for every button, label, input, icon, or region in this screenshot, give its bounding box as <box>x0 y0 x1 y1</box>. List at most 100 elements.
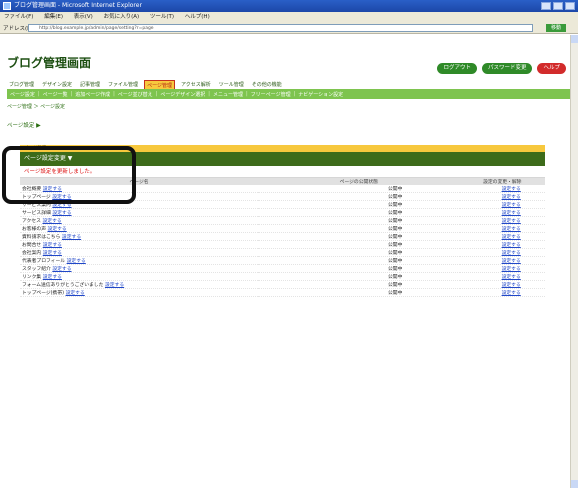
set-action-link[interactable]: 設定する <box>502 275 521 280</box>
page-name: サービス詳細 <box>22 211 51 217</box>
menu-favorites[interactable]: お気に入り(A) <box>104 14 140 20</box>
menu-tools[interactable]: ツール(T) <box>150 14 174 20</box>
go-button[interactable]: 移動 <box>546 24 566 32</box>
action-cell: 設定する <box>459 200 545 210</box>
menu-help[interactable]: ヘルプ(H) <box>185 14 210 20</box>
page-name-cell: サービス詳細 設定する <box>20 208 258 218</box>
table-row: お問合せ 設定する 公開中 設定する <box>20 240 545 250</box>
vertical-scrollbar[interactable] <box>570 35 578 488</box>
subnav-item-menu[interactable]: メニュー管理 <box>213 91 243 98</box>
page-name: 資料請求はこちら <box>22 235 61 241</box>
subnav-item-navigation[interactable]: ナビゲーション設定 <box>298 91 343 98</box>
page-name-cell: 資料請求はこちら 設定する <box>20 232 258 242</box>
window-controls <box>541 2 575 10</box>
set-inline-link[interactable]: 設定する <box>52 211 71 216</box>
table-row: サービス詳細 設定する 公開中 設定する <box>20 208 545 218</box>
set-action-link[interactable]: 設定する <box>502 259 521 264</box>
set-action-link[interactable]: 設定する <box>502 291 521 296</box>
subnav-separator: | <box>155 91 158 97</box>
minimize-icon[interactable] <box>541 2 551 10</box>
logout-button[interactable]: ログアウト <box>437 63 477 74</box>
address-input[interactable]: http://blog.example.jp/admin/page/settin… <box>28 24 533 32</box>
table-row: 会社案内 設定する 公開中 設定する <box>20 248 545 258</box>
set-inline-link[interactable]: 設定する <box>66 291 85 296</box>
help-button[interactable]: ヘルプ <box>537 63 566 74</box>
address-bar: アドレス(D) http://blog.example.jp/admin/pag… <box>0 22 578 34</box>
page-name: フォーム送信ありがとうございました <box>22 283 104 289</box>
browser-menubar: ファイル(F) 編集(E) 表示(V) お気に入り(A) ツール(T) ヘルプ(… <box>0 12 578 22</box>
sub-nav: ページ設定 | ページ一覧 | 追加ページ作成 | ページ並び替え | ページデザイン選… <box>7 89 570 99</box>
page-name-cell: フォーム送信ありがとうございました 設定する <box>20 280 258 290</box>
set-action-link[interactable]: 設定する <box>502 203 521 208</box>
menu-view[interactable]: 表示(V) <box>74 14 93 20</box>
action-cell: 設定する <box>459 256 545 266</box>
section-heading: ページ設定 ▶ <box>7 121 41 129</box>
close-icon[interactable] <box>565 2 575 10</box>
annotation-highlight-box <box>2 146 136 204</box>
set-action-link[interactable]: 設定する <box>502 195 521 200</box>
maximize-icon[interactable] <box>553 2 563 10</box>
subnav-item-add-page[interactable]: 追加ページ作成 <box>75 91 110 98</box>
page-name: スタッフ紹介 <box>22 267 51 273</box>
subnav-item-design-select[interactable]: ページデザイン選択 <box>160 91 205 98</box>
subnav-item-page-setting[interactable]: ページ設定 <box>10 91 35 98</box>
scroll-down-icon[interactable] <box>571 480 578 488</box>
set-action-link[interactable]: 設定する <box>502 235 521 240</box>
breadcrumb: ページ管理 ＞ ページ設定 <box>7 104 65 110</box>
set-inline-link[interactable]: 設定する <box>42 219 61 224</box>
table-row: フォーム送信ありがとうございました 設定する 公開中 設定する <box>20 280 545 290</box>
action-cell: 設定する <box>459 280 545 290</box>
column-header-action: 設定の変更・解除 <box>459 178 545 185</box>
set-action-link[interactable]: 設定する <box>502 211 521 216</box>
page-name: お客様の声 <box>22 227 46 233</box>
subnav-separator: | <box>208 91 210 97</box>
publish-status: 公開中 <box>258 272 460 282</box>
set-inline-link[interactable]: 設定する <box>43 243 62 248</box>
scroll-up-icon[interactable] <box>571 35 578 43</box>
set-inline-link[interactable]: 設定する <box>48 227 67 232</box>
page-name-cell: リンク集 設定する <box>20 272 258 282</box>
set-action-link[interactable]: 設定する <box>502 227 521 232</box>
action-cell: 設定する <box>459 264 545 274</box>
action-cell: 設定する <box>459 192 545 202</box>
page-name-cell: スタッフ紹介 設定する <box>20 264 258 274</box>
set-action-link[interactable]: 設定する <box>502 267 521 272</box>
subnav-item-free-page[interactable]: フリーページ管理 <box>251 91 291 98</box>
ie-app-icon <box>3 2 11 10</box>
set-inline-link[interactable]: 設定する <box>62 235 81 240</box>
set-action-link[interactable]: 設定する <box>502 187 521 192</box>
action-cell: 設定する <box>459 216 545 226</box>
publish-status: 公開中 <box>258 240 460 250</box>
set-inline-link[interactable]: 設定する <box>43 251 62 256</box>
set-action-link[interactable]: 設定する <box>502 251 521 256</box>
set-inline-link[interactable]: 設定する <box>67 259 86 264</box>
page-name: リンク集 <box>22 275 42 281</box>
subnav-separator: | <box>70 91 73 97</box>
page-name: お問合せ <box>22 243 42 249</box>
set-inline-link[interactable]: 設定する <box>43 275 62 280</box>
page-name-cell: 代表者プロフィール 設定する <box>20 256 258 266</box>
action-cell: 設定する <box>459 272 545 282</box>
menu-edit[interactable]: 編集(E) <box>44 14 63 20</box>
publish-status: 公開中 <box>258 232 460 242</box>
set-action-link[interactable]: 設定する <box>502 243 521 248</box>
set-inline-link[interactable]: 設定する <box>52 267 71 272</box>
publish-status: 公開中 <box>258 288 460 298</box>
subnav-item-reorder[interactable]: ページ並び替え <box>118 91 153 98</box>
action-cell: 設定する <box>459 185 545 194</box>
subnav-item-page-list[interactable]: ページ一覧 <box>43 91 68 98</box>
action-cell: 設定する <box>459 208 545 218</box>
header-buttons: ログアウト パスワード変更 ヘルプ <box>437 63 566 74</box>
password-change-button[interactable]: パスワード変更 <box>481 63 533 74</box>
action-cell: 設定する <box>459 248 545 258</box>
set-action-link[interactable]: 設定する <box>502 219 521 224</box>
set-inline-link[interactable]: 設定する <box>105 283 124 288</box>
publish-status: 公開中 <box>258 256 460 266</box>
action-cell: 設定する <box>459 240 545 250</box>
window-title: ブログ管理画面 - Microsoft Internet Explorer <box>14 2 142 9</box>
page-name: トップページ(携帯) <box>22 291 65 297</box>
publish-status: 公開中 <box>258 280 460 290</box>
table-row: アクセス 設定する 公開中 設定する <box>20 216 545 226</box>
set-action-link[interactable]: 設定する <box>502 283 521 288</box>
menu-file[interactable]: ファイル(F) <box>4 14 33 20</box>
